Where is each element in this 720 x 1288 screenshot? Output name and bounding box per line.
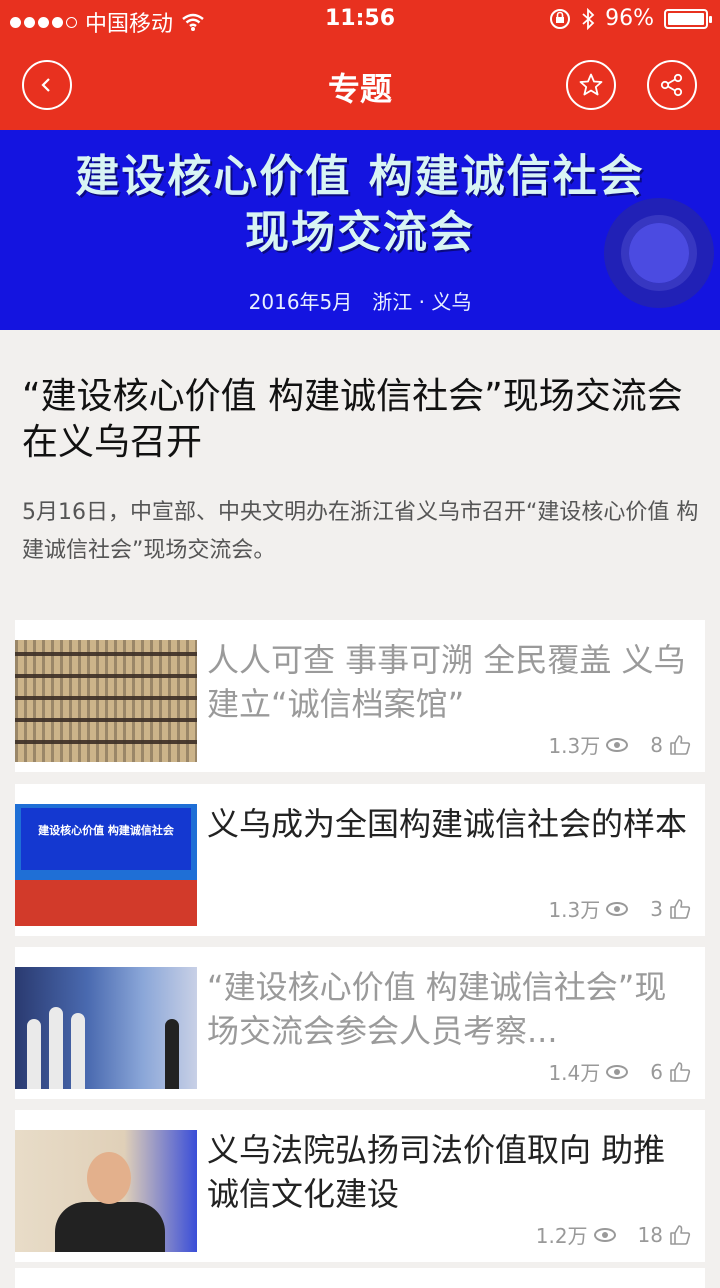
thumbnail-image [15,1130,197,1252]
view-count: 1.3万 [548,734,601,758]
list-item-title: 人人可查 事事可溯 全民覆盖 义乌建立“诚信档案馆” [207,641,686,723]
list-item-title: “建设核心价值 构建诚信社会”现场交流会参会人员考察... [207,968,667,1050]
rotation-lock-icon [550,8,571,29]
list-item-meta: 1.2万 18 [536,1220,691,1249]
list-item[interactable]: 义乌法院弘扬司法价值取向 助推诚信文化建设 1.2万 18 [15,1110,705,1262]
star-icon [579,73,603,96]
list-item-meta: 1.4万 6 [548,1057,691,1086]
favorite-button[interactable] [566,60,616,110]
nav-bar: 专题 [0,40,720,130]
list-item[interactable]: “建设核心价值 构建诚信社会”现场交流会参会人员考察... 1.4万 6 [15,947,705,1099]
like-count: 6 [650,1059,663,1084]
list-item-meta: 1.3万 3 [548,894,691,923]
share-button[interactable] [647,60,697,110]
battery-icon [664,8,712,29]
thumbs-up-icon [670,1224,691,1245]
eye-icon [593,1227,616,1242]
thumbs-up-icon [670,734,691,755]
thumbs-up-icon [670,898,691,919]
status-bar: 中国移动 11:56 96% [0,0,720,40]
list-item[interactable]: 人人可查 事事可溯 全民覆盖 义乌建立“诚信档案馆” 1.3万 8 [15,620,705,772]
thumbs-up-icon [670,1061,691,1082]
eye-icon [606,737,629,752]
list-item-title: 义乌成为全国构建诚信社会的样本 [207,805,688,843]
thumbnail-image [15,640,197,762]
bluetooth-icon [582,7,595,30]
view-count: 1.4万 [548,1061,601,1085]
view-count: 1.2万 [535,1224,588,1248]
like-count: 3 [650,896,663,921]
list-item-meta: 1.3万 8 [548,730,691,759]
eye-icon [606,1064,629,1079]
banner-line-1: 建设核心价值 构建诚信社会 [75,151,645,202]
banner-line-3: 2016年5月 浙江 · 义乌 [248,290,472,314]
list-item[interactable]: 建设核心价值 构建诚信社会 义乌成为全国构建诚信社会的样本 1.3万 3 [15,784,705,936]
article-headline[interactable]: “建设核心价值 构建诚信社会”现场交流会在义乌召开 [22,374,702,466]
share-icon [660,73,683,97]
floating-assistive-button[interactable] [604,198,714,308]
list-item-title: 义乌法院弘扬司法价值取向 助推诚信文化建设 [207,1131,666,1213]
article-summary: 5月16日，中宣部、中央文明办在浙江省义乌市召开“建设核心价值 构建诚信社会”现… [22,500,699,563]
like-count: 18 [637,1222,663,1247]
thumbnail-caption: 建设核心价值 构建诚信社会 [38,824,174,837]
thumbnail-image: 建设核心价值 构建诚信社会 [15,804,197,926]
battery-percent: 96% [605,6,654,31]
list-item-partial[interactable] [15,1268,705,1288]
thumbnail-image [15,967,197,1089]
topic-banner: 建设核心价值 构建诚信社会 现场交流会 2016年5月 浙江 · 义乌 [0,130,720,330]
eye-icon [606,901,629,916]
view-count: 1.3万 [548,898,601,922]
like-count: 8 [650,732,663,757]
